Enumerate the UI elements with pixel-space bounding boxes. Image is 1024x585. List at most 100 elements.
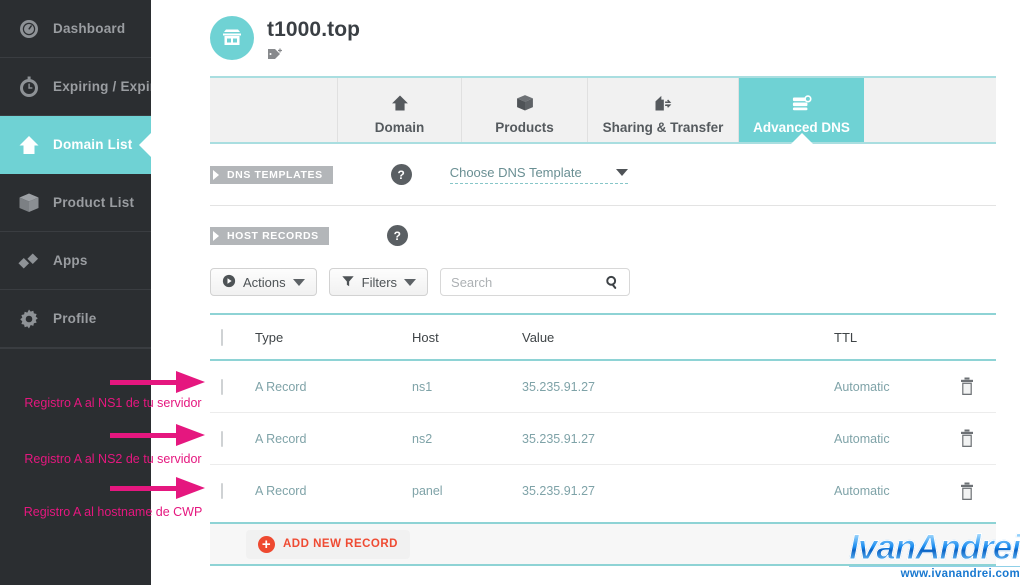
search-box — [440, 268, 631, 296]
row-select-cell — [210, 483, 255, 499]
table-row[interactable]: A Record panel 35.235.91.27 Automatic — [210, 465, 996, 517]
watermark-name: IvanAndrei — [849, 528, 1022, 567]
filters-button[interactable]: Filters — [328, 268, 429, 296]
home-icon — [390, 90, 410, 116]
tab-sharing-transfer[interactable]: Sharing & Transfer — [588, 78, 739, 142]
box-icon — [515, 90, 535, 116]
add-tag-icon[interactable] — [267, 47, 360, 66]
chevron-down-icon — [404, 278, 417, 286]
actions-button-label: Actions — [243, 274, 286, 290]
annotation-arrow-1 — [110, 371, 206, 393]
annotation-arrow-2 — [110, 424, 206, 446]
add-new-record-button[interactable]: + ADD NEW RECORD — [246, 529, 410, 559]
watermark-url: www.ivanandrei.com — [849, 566, 1020, 580]
column-header-value: Value — [522, 329, 555, 345]
row-checkbox[interactable] — [221, 483, 223, 499]
sidebar-item-label: Product List — [53, 195, 135, 210]
tab-advanced-dns[interactable]: Advanced DNS — [739, 78, 864, 144]
sidebar-item-dashboard[interactable]: Dashboard — [0, 0, 151, 58]
delete-record-button[interactable] — [938, 377, 996, 396]
column-header-ttl: TTL — [834, 329, 858, 345]
tab-spacer-left — [210, 78, 338, 142]
dns-server-icon — [790, 90, 814, 116]
section-divider — [210, 205, 996, 206]
select-all-cell — [210, 328, 255, 346]
host-records-table: Type Host Value TTL A Record ns1 35.235.… — [210, 313, 996, 517]
tab-label: Sharing & Transfer — [602, 119, 724, 135]
sidebar-item-label: Profile — [53, 311, 97, 326]
tab-bar: Domain Products Sharing & Transfer Advan… — [210, 76, 996, 144]
sidebar-item-profile[interactable]: Profile — [0, 290, 151, 348]
cell-host: panel — [412, 484, 443, 498]
cell-host: ns1 — [412, 379, 433, 394]
column-header-type: Type — [255, 329, 284, 345]
tab-spacer-right — [864, 78, 996, 142]
records-toolbar: Actions Filters — [210, 268, 631, 296]
funnel-icon — [341, 274, 355, 291]
app-root: Dashboard Expiring / Expired Domain List… — [0, 0, 1024, 585]
tab-label: Products — [495, 119, 554, 135]
tab-domain[interactable]: Domain — [338, 78, 462, 142]
search-icon[interactable] — [605, 275, 620, 295]
tab-products[interactable]: Products — [462, 78, 588, 142]
share-icon — [652, 90, 674, 116]
sidebar-item-expiring[interactable]: Expiring / Expired — [0, 58, 171, 116]
annotation-text-1: Registro A al NS1 de tu servidor — [24, 396, 202, 410]
delete-record-button[interactable] — [938, 482, 996, 501]
dns-template-select-value: Choose DNS Template — [449, 165, 582, 180]
plus-circle-icon: + — [258, 535, 275, 553]
cell-ttl: Automatic — [834, 431, 890, 446]
home-icon — [16, 132, 42, 158]
dns-template-select[interactable]: Choose DNS Template — [449, 165, 628, 184]
chevron-down-icon — [615, 169, 628, 176]
cell-value: 35.235.91.27 — [522, 484, 595, 498]
dns-templates-row: DNS TEMPLATES ? Choose DNS Template — [210, 164, 628, 185]
sidebar-item-label: Domain List — [53, 137, 133, 152]
cell-type: A Record — [255, 484, 307, 498]
gear-icon — [16, 306, 42, 332]
chevron-down-icon — [292, 278, 305, 286]
domain-header: t1000.top — [210, 16, 360, 66]
tab-label: Domain — [374, 119, 425, 135]
column-header-host: Host — [412, 329, 439, 345]
annotation-text-3: Registro A al hostname de CWP — [23, 505, 203, 519]
actions-button[interactable]: Actions — [210, 268, 317, 296]
add-new-record-label: ADD NEW RECORD — [283, 538, 398, 550]
row-checkbox[interactable] — [221, 378, 223, 395]
row-select-cell — [210, 430, 255, 447]
box-icon — [16, 190, 42, 216]
store-icon — [210, 16, 254, 60]
cell-type: A Record — [255, 431, 307, 446]
table-row[interactable]: A Record ns2 35.235.91.27 Automatic — [210, 413, 996, 465]
sidebar-item-apps[interactable]: Apps — [0, 232, 151, 290]
sidebar-item-label: Apps — [53, 253, 88, 268]
host-records-row: HOST RECORDS ? — [210, 225, 408, 246]
search-input[interactable] — [441, 269, 630, 295]
host-records-label: HOST RECORDS — [210, 226, 329, 245]
play-circle-icon — [222, 274, 236, 291]
select-all-checkbox[interactable] — [221, 328, 223, 346]
page-title: t1000.top — [267, 18, 361, 41]
diamonds-icon — [16, 248, 42, 274]
row-checkbox[interactable] — [221, 430, 223, 447]
cell-value: 35.235.91.27 — [522, 379, 595, 394]
cell-host: ns2 — [412, 431, 433, 446]
main-content: t1000.top Domain Products Sharing & Tran… — [151, 0, 1024, 585]
delete-record-button[interactable] — [938, 429, 996, 448]
table-row[interactable]: A Record ns1 35.235.91.27 Automatic — [210, 361, 996, 413]
clock-icon — [16, 74, 42, 100]
watermark: IvanAndrei www.ivanandrei.com — [849, 528, 1022, 581]
table-header-row: Type Host Value TTL — [210, 313, 996, 361]
sidebar-divider — [0, 348, 151, 349]
dns-templates-label: DNS TEMPLATES — [210, 165, 333, 184]
row-select-cell — [210, 378, 255, 395]
active-tab-pointer — [790, 133, 813, 144]
dns-templates-help-icon[interactable]: ? — [390, 164, 412, 185]
sidebar-item-product-list[interactable]: Product List — [0, 174, 151, 232]
cell-value: 35.235.91.27 — [522, 431, 595, 446]
annotation-arrow-3 — [110, 477, 206, 499]
annotation-text-2: Registro A al NS2 de tu servidor — [24, 452, 202, 466]
sidebar-item-domain-list[interactable]: Domain List — [0, 116, 152, 174]
gauge-icon — [16, 16, 42, 42]
host-records-help-icon[interactable]: ? — [386, 225, 408, 246]
